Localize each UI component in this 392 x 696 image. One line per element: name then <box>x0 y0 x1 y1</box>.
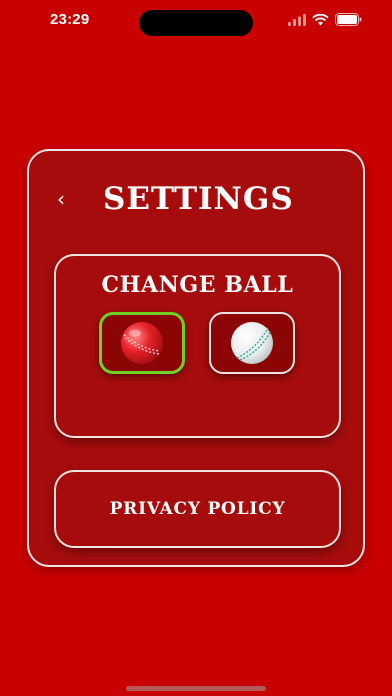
status-icons <box>288 13 362 26</box>
privacy-policy-label: PRIVACY POLICY <box>109 499 286 519</box>
signal-icon <box>288 13 306 26</box>
change-ball-panel: CHANGE BALL <box>54 254 341 438</box>
privacy-policy-button[interactable]: PRIVACY POLICY <box>54 470 341 548</box>
status-bar: 23:29 <box>0 0 392 44</box>
red-ball-option[interactable] <box>99 312 185 374</box>
white-cricket-ball-icon <box>231 322 273 364</box>
back-chevron-icon[interactable]: ‹ <box>57 189 65 209</box>
battery-icon <box>335 13 362 26</box>
page-title: SETTINGS <box>103 181 294 217</box>
wifi-icon <box>312 13 329 25</box>
settings-card: ‹ SETTINGS CHANGE BALL PRIVACY POLICY <box>27 149 365 567</box>
dynamic-island <box>139 10 253 36</box>
change-ball-title: CHANGE BALL <box>101 272 294 298</box>
red-cricket-ball-icon <box>121 322 163 364</box>
white-ball-option[interactable] <box>209 312 295 374</box>
status-time: 23:29 <box>50 11 90 28</box>
home-indicator[interactable] <box>126 686 266 691</box>
